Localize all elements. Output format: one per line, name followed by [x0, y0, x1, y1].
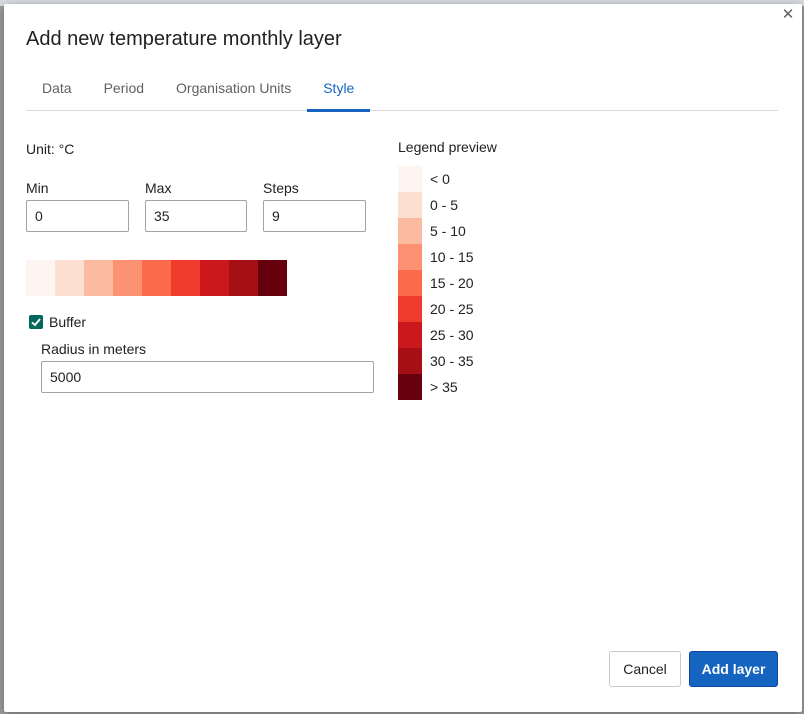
scale-swatch	[200, 260, 229, 296]
add-layer-dialog: ✕ Add new temperature monthly layer Data…	[4, 4, 802, 712]
legend-swatch	[398, 218, 422, 244]
buffer-checkbox-row[interactable]: Buffer	[29, 314, 86, 330]
legend-swatch	[398, 244, 422, 270]
legend-label: 0 - 5	[430, 197, 459, 213]
scale-swatch	[113, 260, 142, 296]
scale-swatch	[229, 260, 258, 296]
legend-item: > 35	[398, 374, 474, 400]
legend-item: < 0	[398, 166, 474, 192]
legend-label: 5 - 10	[430, 223, 466, 239]
close-icon[interactable]: ✕	[780, 7, 796, 23]
legend-item: 0 - 5	[398, 192, 474, 218]
legend-label: 25 - 30	[430, 327, 474, 343]
legend-item: 25 - 30	[398, 322, 474, 348]
buffer-label: Buffer	[49, 314, 87, 330]
legend-swatch	[398, 192, 422, 218]
legend-label: 10 - 15	[430, 249, 474, 265]
steps-label: Steps	[263, 180, 299, 196]
legend-swatch	[398, 296, 422, 322]
legend-item: 10 - 15	[398, 244, 474, 270]
checkmark-icon	[31, 318, 41, 327]
radius-input[interactable]	[41, 361, 374, 393]
scale-swatch	[55, 260, 84, 296]
steps-input[interactable]	[263, 200, 366, 232]
scale-swatch	[26, 260, 55, 296]
radius-label: Radius in meters	[41, 341, 147, 357]
unit-label: Unit: °C	[26, 141, 75, 157]
min-input[interactable]	[26, 200, 129, 232]
legend-label: 20 - 25	[430, 301, 474, 317]
max-input[interactable]	[145, 200, 247, 232]
add-layer-button[interactable]: Add layer	[689, 651, 778, 687]
legend-item: 5 - 10	[398, 218, 474, 244]
dialog-title: Add new temperature monthly layer	[26, 28, 342, 50]
legend-preview: < 0 0 - 5 5 - 10 10 - 15 15 - 20 20 - 25 25 - …	[398, 166, 474, 400]
legend-swatch	[398, 348, 422, 374]
color-scale[interactable]	[26, 260, 287, 296]
legend-label: 30 - 35	[430, 353, 474, 369]
tab-style[interactable]: Style	[307, 72, 371, 112]
legend-item: 15 - 20	[398, 270, 474, 296]
scale-swatch	[84, 260, 113, 296]
tab-period[interactable]: Period	[88, 72, 160, 111]
tab-bar: Data Period Organisation Units Style	[26, 72, 778, 112]
legend-swatch	[398, 166, 422, 192]
max-label: Max	[145, 180, 172, 196]
legend-label: < 0	[430, 171, 450, 187]
scale-swatch	[171, 260, 200, 296]
buffer-checkbox[interactable]	[29, 315, 43, 329]
legend-label: 15 - 20	[430, 275, 474, 291]
legend-swatch	[398, 374, 422, 400]
scale-swatch	[258, 260, 287, 296]
min-label: Min	[26, 180, 49, 196]
tab-organisation-units[interactable]: Organisation Units	[160, 72, 307, 111]
legend-item: 20 - 25	[398, 296, 474, 322]
scale-swatch	[142, 260, 171, 296]
legend-swatch	[398, 270, 422, 296]
legend-swatch	[398, 322, 422, 348]
legend-item: 30 - 35	[398, 348, 474, 374]
cancel-button[interactable]: Cancel	[609, 651, 681, 687]
tab-data[interactable]: Data	[26, 72, 88, 111]
legend-title: Legend preview	[398, 139, 497, 155]
legend-label: > 35	[430, 379, 458, 395]
